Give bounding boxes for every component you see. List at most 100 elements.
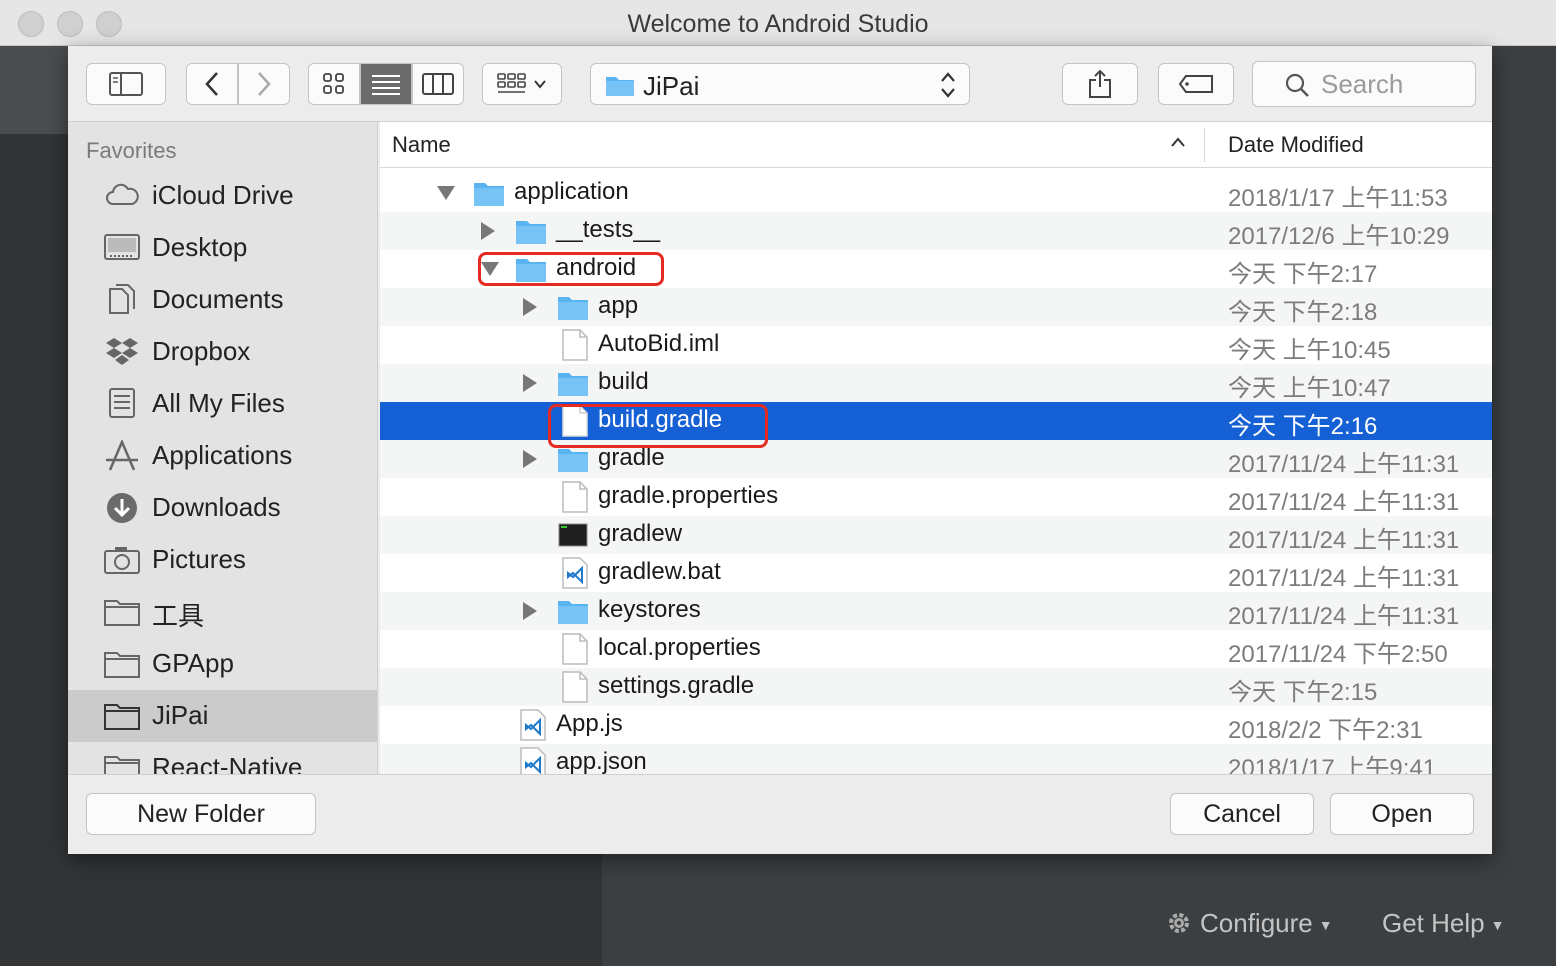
file-row[interactable]: app 今天 下午2:18 — [380, 288, 1492, 326]
sidebar-item-label: Pictures — [152, 544, 246, 574]
file-date: 2017/11/24 上午11:31 — [1228, 489, 1460, 516]
up-down-arrows-icon — [941, 72, 955, 98]
file-date: 2017/11/24 下午2:50 — [1228, 641, 1448, 668]
file-row[interactable]: android 今天 下午2:17 — [380, 250, 1492, 288]
file-row-selected[interactable]: build.gradle 今天 下午2:16 — [380, 402, 1492, 440]
sidebar-item-pictures[interactable]: Pictures — [68, 534, 377, 586]
file-date: 2018/1/17 上午11:53 — [1228, 185, 1448, 212]
caret-down-icon: ▼ — [1318, 917, 1333, 934]
chevron-right-icon — [258, 72, 271, 96]
grid-icon — [323, 73, 344, 94]
folder-icon — [606, 77, 634, 96]
disclosure-collapsed-icon[interactable] — [520, 449, 540, 469]
cancel-button[interactable]: Cancel — [1170, 793, 1314, 835]
gear-icon — [1169, 913, 1189, 933]
file-name: android — [556, 254, 637, 281]
chevron-left-icon — [205, 72, 218, 96]
disclosure-expanded-icon[interactable] — [436, 183, 456, 203]
folder-icon — [516, 259, 546, 282]
file-row[interactable]: __tests__ 2017/12/6 上午10:29 — [380, 212, 1492, 250]
column-divider[interactable] — [1204, 128, 1205, 162]
sidebar-item-documents[interactable]: Documents — [68, 274, 377, 326]
file-row[interactable]: gradlew 2017/11/24 上午11:31 — [380, 516, 1492, 554]
folder-icon — [558, 297, 588, 320]
new-folder-button[interactable]: New Folder — [86, 793, 316, 835]
welcome-left-strip — [0, 46, 68, 134]
file-name: local.properties — [598, 634, 761, 661]
file-row[interactable]: gradle.properties 2017/11/24 上午11:31 — [380, 478, 1492, 516]
document-icon — [562, 405, 588, 437]
sidebar-item-icloud-drive[interactable]: iCloud Drive — [68, 170, 377, 222]
back-button[interactable] — [186, 63, 238, 105]
folder-icon — [104, 704, 140, 730]
file-row[interactable]: local.properties 2017/11/24 下午2:50 — [380, 630, 1492, 668]
search-field[interactable] — [1252, 61, 1476, 107]
disclosure-collapsed-icon[interactable] — [520, 601, 540, 621]
file-date: 2017/11/24 上午11:31 — [1228, 603, 1460, 630]
sidebar-toggle-button[interactable] — [86, 63, 166, 105]
sidebar-item-react-native[interactable]: React-Native — [68, 742, 377, 774]
sidebar-item-jipai[interactable]: JiPai — [68, 690, 377, 742]
icon-view-button[interactable] — [308, 63, 360, 105]
tags-button[interactable] — [1158, 63, 1234, 105]
file-row[interactable]: gradle 2017/11/24 上午11:31 — [380, 440, 1492, 478]
file-row[interactable]: build 今天 上午10:47 — [380, 364, 1492, 402]
caret-down-icon: ▼ — [1490, 917, 1505, 934]
sidebar-item-label: Downloads — [152, 492, 281, 522]
file-name: gradle.properties — [598, 482, 779, 509]
file-row[interactable]: AutoBid.iml 今天 上午10:45 — [380, 326, 1492, 364]
list-view-button[interactable] — [360, 63, 412, 105]
location-popup[interactable]: JiPai — [590, 63, 970, 105]
file-name: App.js — [556, 710, 623, 737]
arrange-menu-button[interactable] — [482, 63, 562, 105]
sidebar-item-tools[interactable]: 工具 — [68, 586, 377, 638]
sidebar-item-downloads[interactable]: Downloads — [68, 482, 377, 534]
document-icon — [562, 671, 588, 703]
sidebar-item-label: Applications — [152, 440, 293, 470]
column-view-button[interactable] — [412, 63, 464, 105]
sidebar-item-label: Documents — [152, 284, 284, 314]
sidebar-item-label: All My Files — [152, 388, 285, 418]
sidebar-item-gpapp[interactable]: GPApp — [68, 638, 377, 690]
column-header-date-modified[interactable]: Date Modified — [1228, 132, 1364, 158]
search-icon — [1285, 73, 1309, 97]
file-row[interactable]: gradlew.bat 2017/11/24 上午11:31 — [380, 554, 1492, 592]
sidebar-item-label: iCloud Drive — [152, 180, 294, 210]
file-row[interactable]: keystores 2017/11/24 上午11:31 — [380, 592, 1492, 630]
share-button[interactable] — [1062, 63, 1138, 105]
sidebar-item-label: JiPai — [152, 700, 209, 730]
tag-icon — [1178, 75, 1213, 93]
file-row[interactable]: App.js 2018/2/2 下午2:31 — [380, 706, 1492, 744]
file-row[interactable]: settings.gradle 今天 下午2:15 — [380, 668, 1492, 706]
search-input[interactable] — [1321, 68, 1471, 100]
share-icon — [1089, 69, 1111, 98]
sort-ascending-icon[interactable] — [1170, 136, 1186, 148]
sidebar-item-all-my-files[interactable]: All My Files — [68, 378, 377, 430]
file-row[interactable]: app.json 2018/1/17 上午9:41 — [380, 744, 1492, 774]
sidebar-item-desktop[interactable]: Desktop — [68, 222, 377, 274]
camera-icon — [104, 547, 140, 574]
file-name: keystores — [598, 596, 701, 623]
disclosure-collapsed-icon[interactable] — [520, 297, 540, 317]
sidebar-item-dropbox[interactable]: Dropbox — [68, 326, 377, 378]
dialog-bottom-bar: New Folder Cancel Open — [68, 774, 1492, 854]
file-name: gradlew — [598, 520, 683, 547]
disclosure-collapsed-icon[interactable] — [478, 221, 498, 241]
file-name: app — [598, 292, 639, 319]
document-icon — [562, 329, 588, 361]
open-button[interactable]: Open — [1330, 793, 1474, 835]
folder-icon — [104, 600, 140, 626]
column-header-name[interactable]: Name — [392, 132, 451, 158]
forward-button[interactable] — [238, 63, 290, 105]
file-row[interactable]: application 2018/1/17 上午11:53 — [380, 174, 1492, 212]
get-help-menu[interactable]: Get Help ▼ — [1382, 908, 1504, 939]
chevron-down-icon — [534, 80, 546, 89]
file-name: gradlew.bat — [598, 558, 721, 585]
file-date: 今天 下午2:16 — [1228, 413, 1378, 440]
configure-label: Configure — [1200, 908, 1313, 938]
applications-icon — [106, 440, 138, 471]
configure-menu[interactable]: Configure ▼ — [1166, 908, 1333, 939]
disclosure-expanded-icon[interactable] — [480, 259, 500, 279]
disclosure-collapsed-icon[interactable] — [520, 373, 540, 393]
sidebar-item-applications[interactable]: Applications — [68, 430, 377, 482]
